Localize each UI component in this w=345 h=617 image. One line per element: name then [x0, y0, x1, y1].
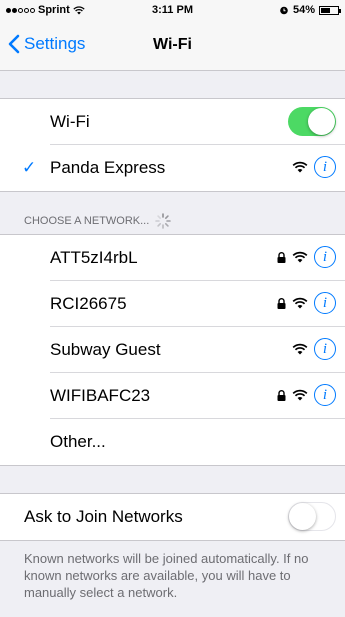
info-button[interactable]: i [314, 156, 336, 178]
info-button[interactable]: i [314, 246, 336, 268]
lock-icon [277, 389, 286, 401]
wifi-signal-icon [292, 161, 308, 173]
network-icons: i [277, 384, 336, 406]
wifi-signal-icon [292, 389, 308, 401]
other-network-label: Other... [50, 432, 106, 451]
networks-group: ATT5zI4rbL i RCI26675 i Subway Guest i WIFIBAF… [0, 234, 345, 466]
page-title: Wi-Fi [153, 36, 192, 53]
checkmark-icon: ✓ [22, 158, 37, 177]
info-button[interactable]: i [314, 292, 336, 314]
network-row[interactable]: RCI26675 i [0, 281, 345, 327]
navigation-bar: Settings Wi-Fi [0, 20, 345, 71]
networks-header-label: CHOOSE A NETWORK... [24, 215, 150, 227]
info-button[interactable]: i [314, 384, 336, 406]
alarm-icon [280, 6, 288, 15]
wifi-toggle-row: Wi-Fi [0, 99, 345, 145]
network-icons: i [277, 292, 336, 314]
toggle-knob [308, 108, 335, 135]
battery-icon [319, 5, 341, 15]
ask-to-join-label: Ask to Join Networks [24, 507, 183, 526]
loading-spinner-icon [155, 213, 172, 229]
network-icons: i [292, 338, 336, 360]
wifi-signal-icon [292, 251, 308, 263]
network-row[interactable]: Subway Guest i [0, 327, 345, 373]
info-button[interactable]: i [314, 338, 336, 360]
ask-to-join-toggle[interactable] [288, 502, 336, 531]
battery-status: 54% [279, 4, 341, 16]
network-row[interactable]: ATT5zI4rbL i [0, 235, 345, 281]
section-header: CHOOSE A NETWORK... [24, 213, 172, 229]
toggle-knob [289, 503, 316, 530]
wifi-signal-icon [292, 297, 308, 309]
other-network-row[interactable]: Other... [0, 419, 345, 465]
network-icons: i [277, 246, 336, 268]
status-bar: Sprint 3:11 PM 54% [0, 0, 345, 20]
ask-to-join-row: Ask to Join Networks [0, 494, 345, 540]
network-name: RCI26675 [50, 294, 127, 313]
wifi-signal-icon [292, 343, 308, 355]
ask-to-join-group: Ask to Join Networks [0, 493, 345, 541]
network-name: WIFIBAFC23 [50, 386, 151, 405]
wifi-toggle-label: Wi-Fi [50, 112, 90, 131]
battery-percent: 54% [292, 4, 315, 16]
network-row[interactable]: WIFIBAFC23 i [0, 373, 345, 419]
lock-icon [277, 297, 286, 309]
footer-note: Known networks will be joined automatica… [24, 551, 309, 600]
network-name: Subway Guest [50, 340, 161, 359]
wifi-group: Wi-Fi ✓ Panda Express i [0, 98, 345, 192]
network-name: ATT5zI4rbL [50, 248, 138, 267]
connected-network-row[interactable]: ✓ Panda Express i [0, 145, 345, 191]
lock-icon [277, 251, 286, 263]
network-icons: i [292, 156, 336, 178]
connected-network-name: Panda Express [50, 158, 166, 177]
wifi-toggle[interactable] [288, 107, 336, 136]
